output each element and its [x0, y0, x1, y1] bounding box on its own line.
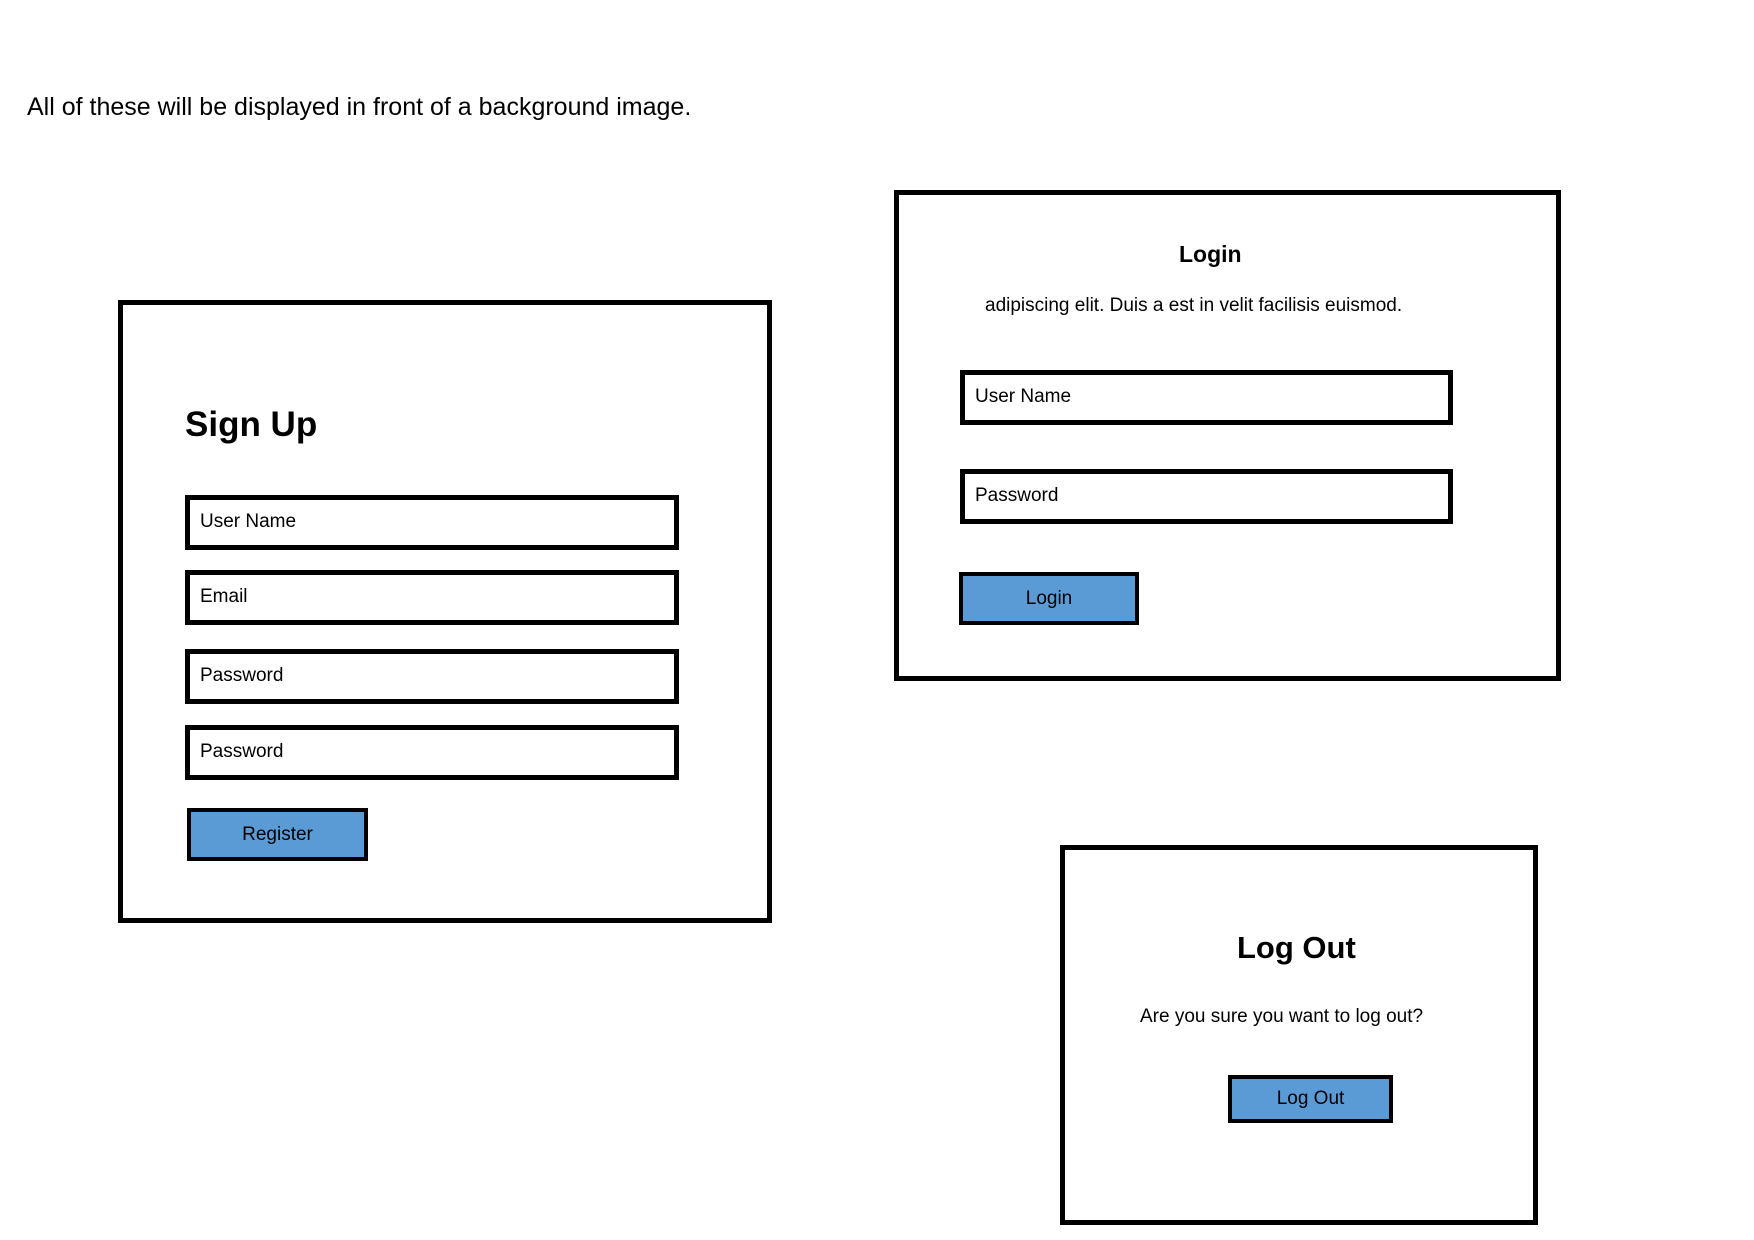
- signup-title: Sign Up: [185, 405, 318, 444]
- login-username-field[interactable]: User Name: [960, 370, 1453, 425]
- register-button[interactable]: Register: [187, 808, 368, 861]
- background-note: All of these will be displayed in front …: [27, 93, 692, 121]
- login-button[interactable]: Login: [959, 572, 1139, 625]
- login-title: Login: [1179, 241, 1242, 267]
- login-password-field[interactable]: Password: [960, 469, 1453, 524]
- logout-button[interactable]: Log Out: [1228, 1075, 1393, 1123]
- logout-message: Are you sure you want to log out?: [1140, 1006, 1424, 1027]
- signup-confirm-password-field[interactable]: Password: [185, 725, 679, 780]
- logout-panel: [1060, 845, 1538, 1225]
- signup-password-field[interactable]: Password: [185, 649, 679, 704]
- signup-username-field[interactable]: User Name: [185, 495, 679, 550]
- signup-email-field[interactable]: Email: [185, 570, 679, 625]
- login-subtitle: adipiscing elit. Duis a est in velit fac…: [985, 295, 1403, 316]
- logout-title: Log Out: [1237, 930, 1356, 965]
